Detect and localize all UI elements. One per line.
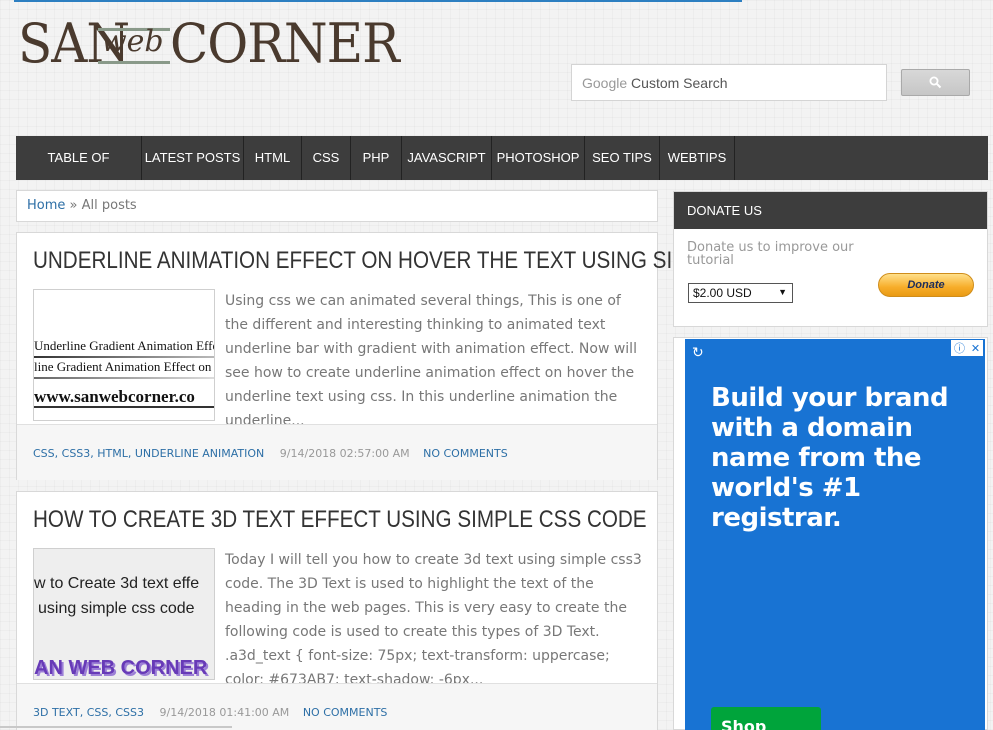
- adchoices-icon[interactable]: ⓘ ✕: [951, 340, 983, 356]
- nav-item-seo-tips[interactable]: SEO TIPS: [585, 136, 660, 180]
- post-snippet: Using css we can animated several things…: [225, 293, 637, 429]
- ad-banner[interactable]: ↻ ⓘ ✕ Build your brand with a domain nam…: [685, 339, 985, 730]
- post-thumbnail[interactable]: w to Create 3d text effe using simple cs…: [33, 548, 215, 680]
- advertisement: ↻ ⓘ ✕ Build your brand with a domain nam…: [673, 337, 988, 730]
- post-card: UNDERLINE ANIMATION EFFECT ON HOVER THE …: [16, 232, 777, 480]
- donate-button[interactable]: Donate: [878, 273, 974, 297]
- reload-icon[interactable]: ↻: [692, 345, 704, 361]
- post-meta: 3D TEXT, CSS, CSS3 9/14/2018 01:41:00 AM…: [17, 683, 657, 730]
- breadcrumb-current: All posts: [81, 198, 137, 213]
- search-button[interactable]: [901, 69, 970, 96]
- logo-corner: CORNER: [170, 12, 400, 75]
- thumb-line: AN WEB CORNER: [34, 657, 208, 679]
- logo-web: web: [101, 24, 164, 59]
- thumb-underline: [34, 406, 214, 408]
- close-icon: ✕: [970, 341, 981, 355]
- donate-amount-value: $2.00 USD: [693, 286, 752, 300]
- thumb-line: w to Create 3d text effe: [34, 575, 200, 592]
- post-date: 9/14/2018 02:57:00 AM: [279, 447, 410, 460]
- post-card: HOW TO CREATE 3D TEXT EFFECT USING SIMPL…: [16, 491, 658, 730]
- donate-text: Donate us to improve our tutorial: [687, 240, 854, 268]
- nav-item-html[interactable]: HTML: [244, 136, 302, 180]
- nav-item-php[interactable]: PHP: [351, 136, 402, 180]
- donate-heading: DONATE US: [674, 192, 987, 229]
- logo-bar-bottom: [98, 61, 170, 64]
- site-logo[interactable]: SAN web CORNER: [18, 10, 400, 80]
- nav-item-css[interactable]: CSS: [302, 136, 351, 180]
- post-thumbnail[interactable]: Underline Gradient Animation Effe line G…: [33, 289, 215, 421]
- thumb-underline: [34, 377, 214, 379]
- info-icon: ⓘ: [953, 342, 965, 355]
- thumb-line: using simple css code: [38, 600, 195, 617]
- post-comments-link[interactable]: NO COMMENTS: [303, 706, 388, 719]
- nav-item-javascript[interactable]: JAVASCRIPT: [402, 136, 492, 180]
- nav-item-photoshop[interactable]: PHOTOSHOP: [492, 136, 585, 180]
- ad-cta-button[interactable]: Shop Now: [711, 707, 821, 730]
- post-tags[interactable]: CSS, CSS3, HTML, UNDERLINE ANIMATION: [33, 447, 264, 460]
- donate-amount-select[interactable]: $2.00 USD ▼: [688, 283, 793, 303]
- post-date: 9/14/2018 01:41:00 AM: [159, 706, 290, 719]
- search-icon: [929, 76, 942, 89]
- thumb-underline: [34, 356, 214, 358]
- chevron-down-icon: ▼: [778, 287, 787, 297]
- post-meta: CSS, CSS3, HTML, UNDERLINE ANIMATION 9/1…: [17, 424, 657, 480]
- top-accent-line: [14, 0, 742, 2]
- breadcrumb-separator: »: [65, 198, 82, 213]
- bottom-divider: [0, 726, 232, 728]
- post-tags[interactable]: 3D TEXT, CSS, CSS3: [33, 706, 144, 719]
- thumb-line: line Gradient Animation Effect on: [34, 359, 212, 374]
- ad-headline: Build your brand with a domain name from…: [711, 383, 949, 533]
- search-input[interactable]: [572, 65, 886, 100]
- breadcrumb: Home » All posts: [16, 190, 658, 222]
- nav-item-table-of-content[interactable]: TABLE OF CONTENT: [16, 136, 142, 209]
- thumb-line: Underline Gradient Animation Effe: [34, 338, 215, 353]
- post-comments-link[interactable]: NO COMMENTS: [423, 447, 508, 460]
- nav-item-latest-posts[interactable]: LATEST POSTS: [142, 136, 244, 180]
- post-title[interactable]: UNDERLINE ANIMATION EFFECT ON HOVER THE …: [33, 247, 777, 275]
- post-title[interactable]: HOW TO CREATE 3D TEXT EFFECT USING SIMPL…: [33, 506, 647, 534]
- thumb-line: www.sanwebcorner.co: [34, 387, 195, 406]
- main-navigation: TABLE OF CONTENT LATEST POSTS HTML CSS P…: [16, 136, 988, 209]
- nav-item-webtips[interactable]: WEBTIPS: [660, 136, 735, 180]
- donate-widget: DONATE US Donate us to improve our tutor…: [673, 191, 988, 327]
- post-snippet: Today I will tell you how to create 3d t…: [225, 552, 642, 688]
- search-field[interactable]: Google Custom Search: [571, 64, 887, 101]
- breadcrumb-home-link[interactable]: Home: [27, 198, 65, 213]
